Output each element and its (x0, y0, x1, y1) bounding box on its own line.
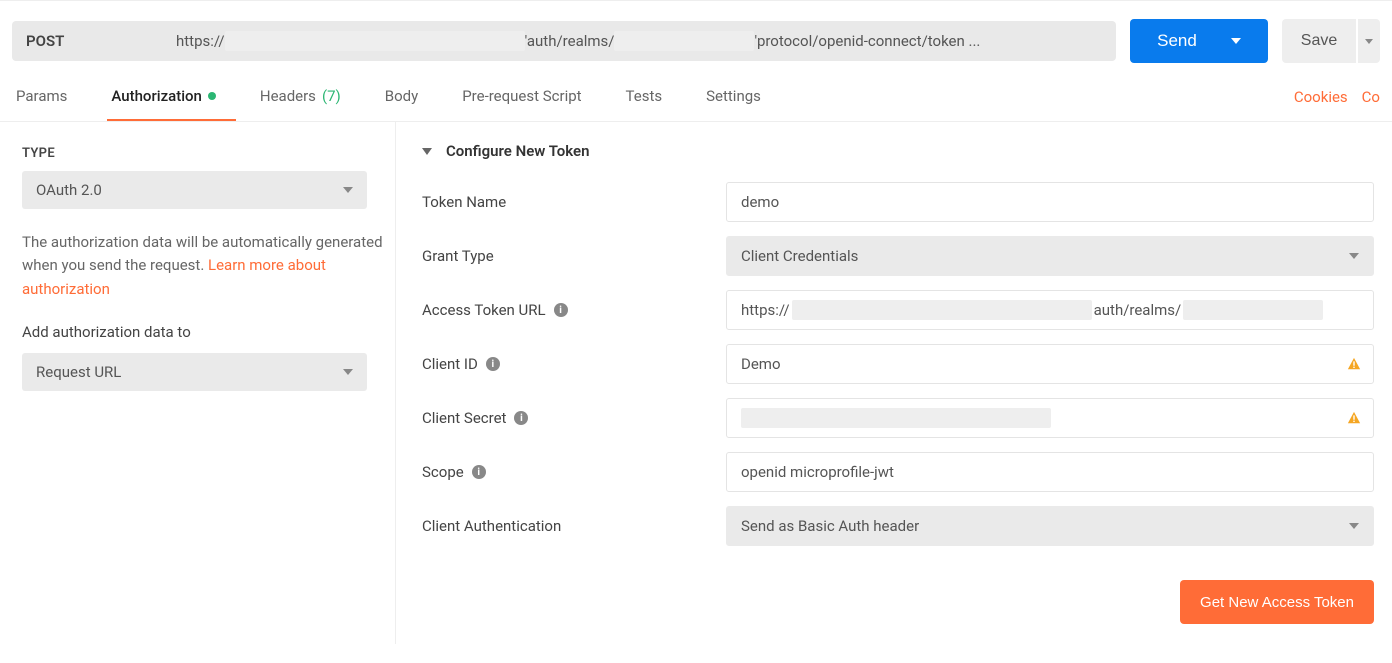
tab-params[interactable]: Params (12, 73, 87, 121)
chevron-down-icon (1231, 38, 1241, 44)
save-dropdown-button[interactable] (1358, 19, 1380, 63)
info-icon: i (486, 357, 500, 371)
client-secret-input[interactable] (726, 398, 1374, 438)
grant-type-label: Grant Type (422, 247, 726, 265)
http-method-value: POST (26, 32, 64, 50)
add-auth-data-select[interactable]: Request URL (22, 353, 367, 391)
chevron-down-icon (1349, 253, 1359, 259)
save-button[interactable]: Save (1282, 19, 1356, 63)
chevron-down-icon (422, 148, 432, 155)
code-link[interactable]: Co (1362, 88, 1380, 106)
access-token-url-input[interactable]: https:// auth/realms/ (726, 290, 1374, 330)
chevron-down-icon (343, 369, 353, 375)
scope-input[interactable]: openid microprofile-jwt (726, 452, 1374, 492)
access-token-url-label: Access Token URL i (422, 301, 726, 319)
status-dot-icon (208, 92, 216, 100)
grant-type-select[interactable]: Client Credentials (726, 236, 1374, 276)
type-label: TYPE (22, 146, 385, 161)
tab-headers[interactable]: Headers (7) (256, 73, 361, 121)
chevron-down-icon (1349, 523, 1359, 529)
http-method-select[interactable]: POST (12, 21, 162, 61)
cookies-link[interactable]: Cookies (1294, 88, 1348, 106)
token-name-label: Token Name (422, 193, 726, 211)
client-auth-label: Client Authentication (422, 517, 726, 535)
configure-token-header[interactable]: Configure New Token (422, 142, 1374, 160)
tab-tests[interactable]: Tests (622, 73, 683, 121)
chevron-down-icon (343, 187, 353, 193)
info-icon: i (514, 411, 528, 425)
tab-authorization[interactable]: Authorization (107, 73, 235, 121)
info-icon: i (472, 465, 486, 479)
add-auth-data-label: Add authorization data to (22, 323, 385, 341)
token-name-input[interactable]: demo (726, 182, 1374, 222)
client-auth-select[interactable]: Send as Basic Auth header (726, 506, 1374, 546)
tab-body[interactable]: Body (381, 73, 438, 121)
tab-settings[interactable]: Settings (702, 73, 781, 121)
client-id-label: Client ID i (422, 355, 726, 373)
auth-help-text: The authorization data will be automatic… (22, 231, 385, 301)
auth-type-select[interactable]: OAuth 2.0 (22, 171, 367, 209)
get-new-access-token-button[interactable]: Get New Access Token (1180, 580, 1374, 624)
send-button[interactable]: Send (1130, 19, 1268, 63)
client-id-input[interactable]: Demo (726, 344, 1374, 384)
chevron-down-icon (1365, 39, 1373, 44)
scope-label: Scope i (422, 463, 726, 481)
request-url-input[interactable]: https:// 'auth/realms/ 'protocol/openid-… (162, 21, 1116, 61)
info-icon: i (554, 303, 568, 317)
warning-icon (1347, 357, 1361, 371)
warning-icon (1347, 411, 1361, 425)
client-secret-label: Client Secret i (422, 409, 726, 427)
tab-prerequest[interactable]: Pre-request Script (458, 73, 601, 121)
